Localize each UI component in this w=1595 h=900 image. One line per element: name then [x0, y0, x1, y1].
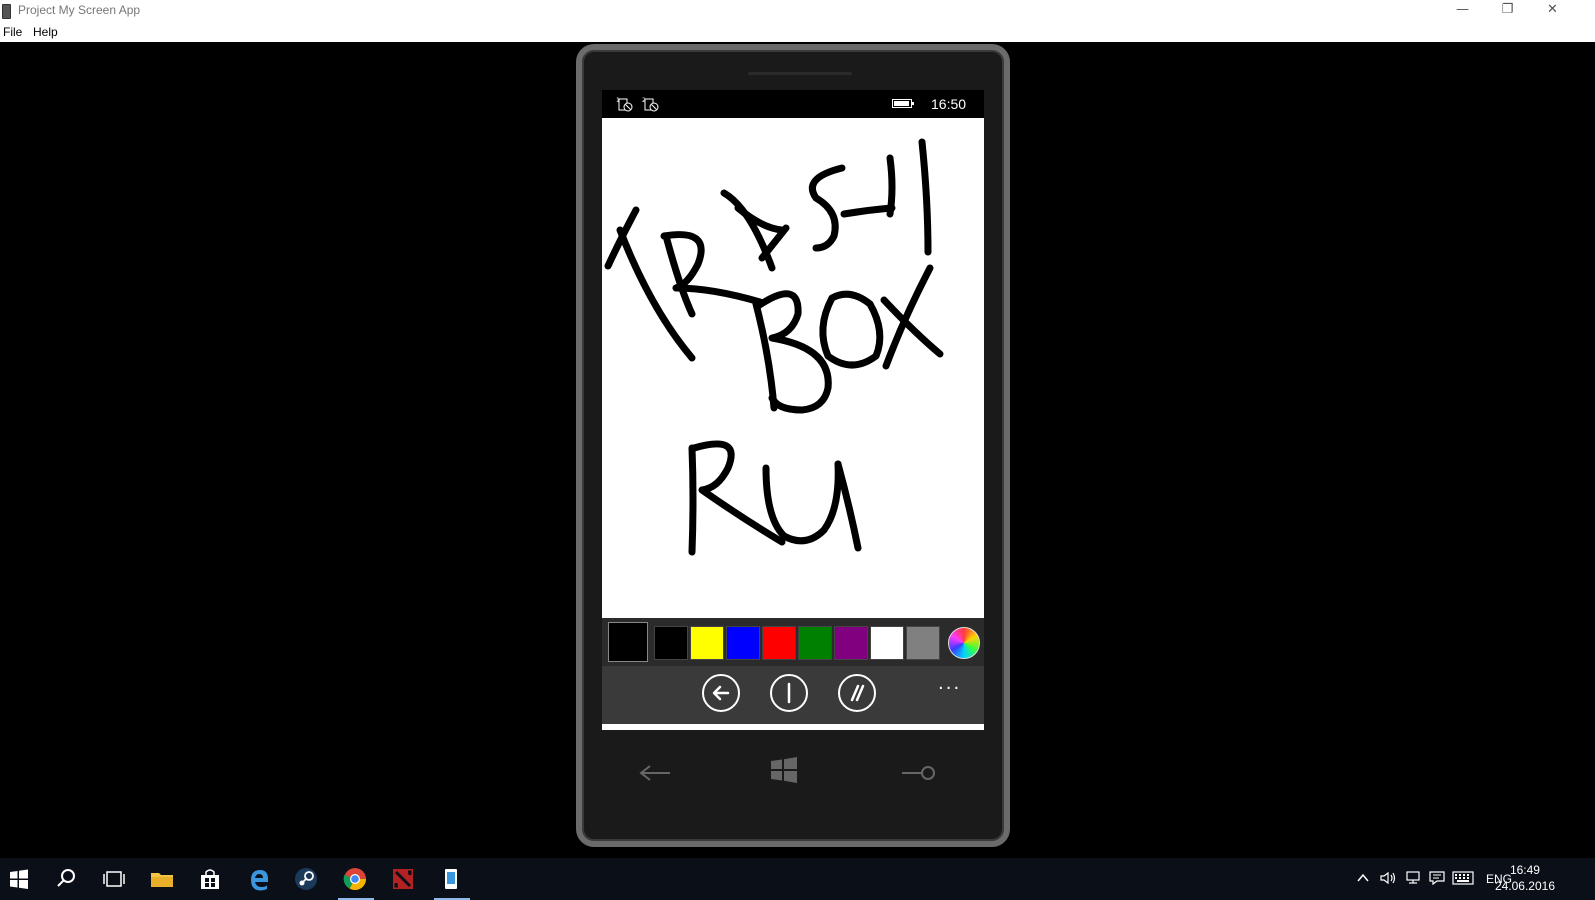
phone-speaker [748, 72, 852, 75]
chevron-up-icon [1357, 873, 1369, 882]
dota2-icon [393, 869, 413, 889]
thin-brush-button[interactable] [770, 674, 808, 712]
project-my-screen-button[interactable] [438, 866, 466, 892]
phone-back-button[interactable] [638, 760, 672, 790]
search-button[interactable] [54, 866, 82, 892]
color-swatch-gray[interactable] [906, 626, 940, 660]
action-center-button[interactable] [1428, 871, 1446, 889]
phone-search-button[interactable] [900, 760, 936, 790]
app-bar: ··· [602, 666, 984, 724]
search-icon [57, 869, 75, 887]
battery-icon [892, 99, 914, 108]
phone-app-icon [2, 4, 11, 19]
phone-frame: 1 2 16:50 ··· [576, 44, 1010, 847]
task-view-icon [103, 871, 125, 887]
speaker-icon [1380, 871, 1396, 885]
search-icon [902, 766, 935, 780]
taskbar-time: 16:49 [1509, 863, 1540, 877]
color-swatch-blue[interactable] [726, 626, 760, 660]
phone-clock: 16:50 [931, 96, 967, 112]
color-swatch-white[interactable] [870, 626, 904, 660]
edge-browser-button[interactable] [246, 866, 274, 892]
store-button[interactable] [197, 866, 225, 892]
windows-logo-icon [10, 869, 28, 889]
network-button[interactable] [1404, 871, 1422, 889]
notification-icon [1429, 871, 1445, 886]
file-explorer-button[interactable] [149, 866, 177, 892]
steam-button[interactable] [293, 866, 321, 892]
back-arrow-icon [639, 765, 670, 781]
touch-keyboard-button[interactable] [1452, 871, 1474, 889]
taskbar: ENG 16:49 24.06.2016 [0, 858, 1595, 900]
steam-icon [295, 868, 317, 890]
taskbar-date: 24.06.2016 [1494, 879, 1555, 893]
close-button[interactable]: ✕ [1530, 0, 1575, 22]
color-swatch-purple[interactable] [834, 626, 868, 660]
double-slash-icon [850, 684, 865, 702]
restore-button[interactable]: ❐ [1485, 0, 1530, 22]
start-button[interactable] [6, 866, 34, 892]
drawing-canvas[interactable] [602, 118, 984, 618]
selected-color-preview [608, 622, 648, 662]
menu-bar: File Help [0, 22, 1595, 42]
back-arrow-icon [712, 685, 730, 701]
minimize-button[interactable]: — [1440, 0, 1485, 22]
freehand-drawing [604, 138, 944, 556]
dota2-button[interactable] [390, 866, 418, 892]
color-swatch-green[interactable] [798, 626, 832, 660]
color-palette [602, 618, 984, 666]
single-line-icon [787, 682, 791, 704]
keyboard-icon [1452, 871, 1474, 885]
color-swatch-yellow[interactable] [690, 626, 724, 660]
chrome-icon [343, 868, 366, 890]
phone-status-bar: 1 2 16:50 [602, 90, 984, 118]
phone-screen: 1 2 16:50 ··· [602, 90, 984, 730]
phone-app-icon [445, 869, 457, 889]
color-swatch-red[interactable] [762, 626, 796, 660]
title-bar: Project My Screen App — ❐ ✕ [0, 0, 1595, 22]
show-hidden-icons-button[interactable] [1356, 871, 1370, 889]
volume-button[interactable] [1380, 871, 1398, 889]
phone-start-button[interactable] [770, 756, 798, 791]
network-icon [1406, 871, 1420, 884]
projection-stage: 1 2 16:50 ··· [0, 42, 1595, 858]
store-icon [201, 869, 219, 889]
windows-logo-icon [771, 757, 797, 783]
window-title: Project My Screen App [18, 3, 141, 17]
taskbar-clock[interactable]: 16:49 24.06.2016 [1495, 862, 1555, 894]
thick-brush-button[interactable] [838, 674, 876, 712]
task-view-button[interactable] [101, 866, 129, 892]
color-wheel-icon[interactable] [948, 627, 980, 659]
menu-file[interactable]: File [3, 25, 22, 39]
sim2-no-signal-icon: 2 [642, 96, 660, 115]
menu-help[interactable]: Help [33, 25, 58, 39]
more-options-button[interactable]: ··· [938, 678, 961, 699]
edge-icon [251, 870, 268, 891]
folder-icon [151, 873, 173, 887]
chrome-button[interactable] [342, 866, 370, 892]
sim1-no-signal-icon: 1 [616, 96, 634, 115]
undo-button[interactable] [702, 674, 740, 712]
color-swatch-black[interactable] [654, 626, 688, 660]
